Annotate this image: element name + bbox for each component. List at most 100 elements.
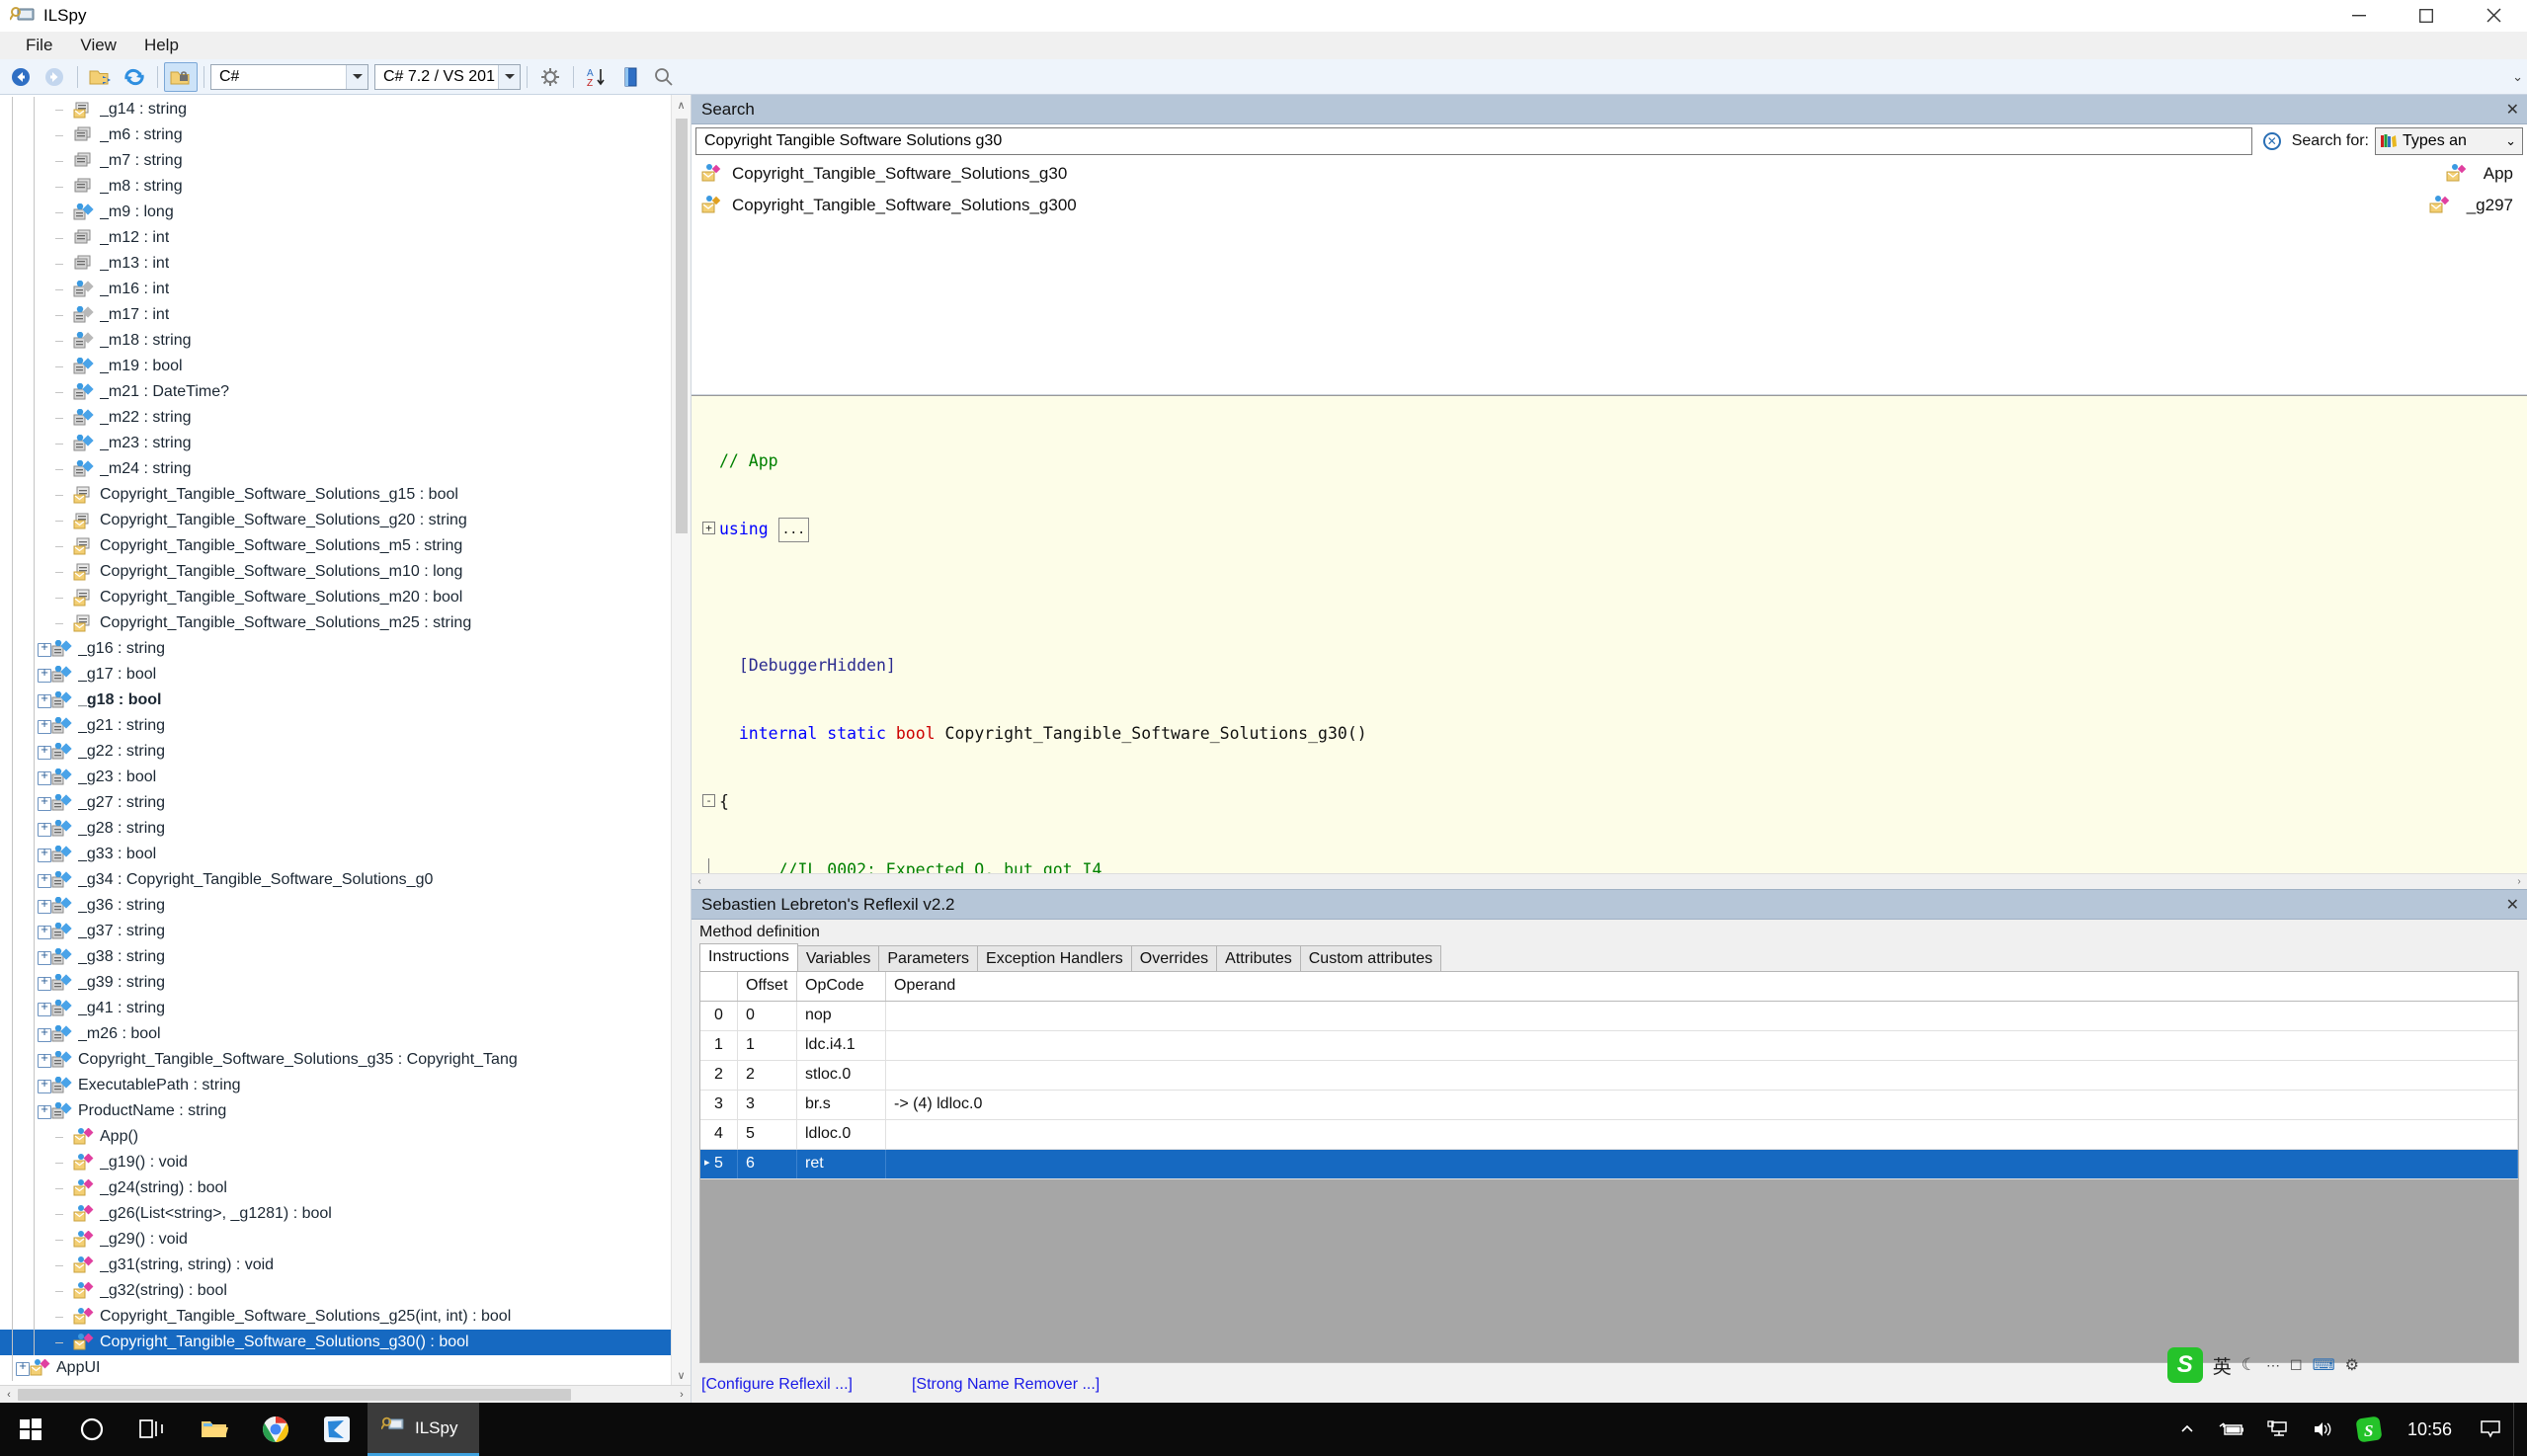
keyboard-icon[interactable]: ⌨ xyxy=(2313,1355,2335,1375)
tree-item[interactable]: _m19 : bool xyxy=(0,354,671,379)
tab-parameters[interactable]: Parameters xyxy=(878,945,979,971)
instruction-row[interactable]: 3 3 br.s -> (4) ldloc.0 xyxy=(700,1091,2518,1120)
tree-expander-icon[interactable] xyxy=(14,1357,30,1376)
tree-item[interactable]: Copyright_Tangible_Software_Solutions_g2… xyxy=(0,1304,671,1330)
tree-scroll-up-arrow[interactable]: ∧ xyxy=(677,95,685,115)
options-gear-icon[interactable] xyxy=(533,62,567,92)
tree-scroll-area[interactable]: _g14 : string _m6 : string _m7 : string _m8… xyxy=(0,95,671,1385)
tree-item[interactable]: Copyright_Tangible_Software_Solutions_m5… xyxy=(0,533,671,559)
search-result-row-1[interactable]: Copyright_Tangible_Software_Solutions_g3… xyxy=(692,158,2527,190)
tree-item[interactable]: Copyright_Tangible_Software_Solutions_m1… xyxy=(0,559,671,585)
search-icon[interactable] xyxy=(647,62,681,92)
tree-item[interactable]: _g32(string) : bool xyxy=(0,1278,671,1304)
menu-help[interactable]: Help xyxy=(130,33,193,58)
search-result-row-2[interactable]: Copyright_Tangible_Software_Solutions_g3… xyxy=(692,190,2527,221)
tree-expander-icon[interactable] xyxy=(36,921,51,939)
tree-expander-icon[interactable] xyxy=(36,972,51,991)
menu-file[interactable]: File xyxy=(12,33,66,58)
tree-expander-icon[interactable] xyxy=(36,818,51,837)
tree-item[interactable]: _g29() : void xyxy=(0,1227,671,1253)
tab-custom-attributes[interactable]: Custom attributes xyxy=(1299,945,1442,971)
tree-item[interactable]: _g36 : string xyxy=(0,893,671,919)
volume-icon[interactable] xyxy=(2301,1403,2346,1456)
decompile-toggle-button[interactable] xyxy=(164,61,198,92)
tree-item[interactable]: _g14 : string xyxy=(0,97,671,122)
tree-expander-icon[interactable] xyxy=(36,689,51,708)
taskbar-clock[interactable]: 10:56 xyxy=(2392,1419,2468,1440)
code-hscroll-left-arrow[interactable]: ‹ xyxy=(692,876,707,887)
tree-item[interactable]: _g21 : string xyxy=(0,713,671,739)
tree-item[interactable]: _m23 : string xyxy=(0,431,671,456)
tree-vertical-scrollbar[interactable]: ∧ ∨ xyxy=(671,95,691,1385)
search-results-list[interactable]: Copyright_Tangible_Software_Solutions_g3… xyxy=(692,158,2527,395)
tree-expander-icon[interactable] xyxy=(36,895,51,914)
tree-item[interactable]: _g16 : string xyxy=(0,636,671,662)
column-header-offset[interactable]: Offset xyxy=(738,972,797,1001)
tree-item[interactable]: _g19() : void xyxy=(0,1150,671,1175)
tree-item[interactable]: Copyright_Tangible_Software_Solutions_g1… xyxy=(0,482,671,508)
sogou-ime-tray-icon[interactable]: S xyxy=(2346,1403,2392,1456)
windows-start-icon[interactable] xyxy=(0,1403,61,1456)
back-button[interactable] xyxy=(4,62,38,92)
tree-item[interactable]: _m9 : long xyxy=(0,200,671,225)
tree-scroll-down-arrow[interactable]: ∨ xyxy=(677,1365,685,1385)
tree-expander-icon[interactable] xyxy=(36,664,51,683)
menu-view[interactable]: View xyxy=(66,33,130,58)
tree-expander-icon[interactable] xyxy=(36,869,51,888)
code-horizontal-scrollbar[interactable]: ‹ › xyxy=(692,873,2527,889)
instruction-row[interactable]: 0 0 nop xyxy=(700,1002,2518,1031)
blue-bird-icon[interactable] xyxy=(306,1403,367,1456)
chrome-icon[interactable] xyxy=(245,1403,306,1456)
tree-item[interactable]: _m26 : bool xyxy=(0,1021,671,1047)
chevron-down-icon-3[interactable]: ⌄ xyxy=(2505,133,2516,149)
tree-item[interactable]: _g24(string) : bool xyxy=(0,1175,671,1201)
tab-attributes[interactable]: Attributes xyxy=(1216,945,1301,971)
version-combo[interactable]: C# 7.2 / VS 201 xyxy=(374,63,521,90)
instruction-row[interactable]: 2 2 stloc.0 xyxy=(700,1061,2518,1091)
column-header-index[interactable] xyxy=(700,972,738,1001)
search-panel-close-icon[interactable]: ✕ xyxy=(2506,100,2519,120)
tree-item[interactable]: Copyright_Tangible_Software_Solutions_g3… xyxy=(0,1330,671,1355)
tree-item[interactable]: _m17 : int xyxy=(0,302,671,328)
tree-item[interactable]: _g28 : string xyxy=(0,816,671,842)
taskbar-item-ilspy[interactable]: ILSpy xyxy=(367,1403,480,1456)
tree-item[interactable]: ProductName : string xyxy=(0,1098,671,1124)
instructions-grid[interactable]: Offset OpCode Operand 0 0 nop 1 1 ldc.i4.1 2 2 s… xyxy=(700,972,2518,1362)
refresh-button[interactable] xyxy=(118,62,151,92)
book-icon[interactable] xyxy=(613,62,647,92)
tree-item[interactable]: _g22 : string xyxy=(0,739,671,765)
instruction-row[interactable]: 1 1 ldc.i4.1 xyxy=(700,1031,2518,1061)
tree-item[interactable]: Copyright_Tangible_Software_Solutions_m2… xyxy=(0,610,671,636)
battery-icon[interactable] xyxy=(2210,1403,2255,1456)
tree-hscroll-thumb[interactable] xyxy=(18,1388,571,1401)
strong-name-remover-link[interactable]: [Strong Name Remover ...] xyxy=(912,1376,1100,1394)
tree-item[interactable]: _m7 : string xyxy=(0,148,671,174)
tree-expander-icon[interactable] xyxy=(36,792,51,811)
tree-item[interactable]: _m6 : string xyxy=(0,122,671,148)
tree-item[interactable]: _g23 : bool xyxy=(0,765,671,790)
show-desktop-button[interactable] xyxy=(2513,1403,2523,1456)
instruction-row[interactable]: 4 5 ldloc.0 xyxy=(700,1120,2518,1150)
network-icon[interactable] xyxy=(2255,1403,2301,1456)
tree-item[interactable]: _m24 : string xyxy=(0,456,671,482)
search-for-combo[interactable]: Types an ⌄ xyxy=(2375,127,2523,155)
tree-expander-icon[interactable] xyxy=(36,741,51,760)
dots-icon[interactable]: ⋯ xyxy=(2266,1357,2280,1374)
tree-item[interactable]: _g27 : string xyxy=(0,790,671,816)
tree-item[interactable]: Copyright_Tangible_Software_Solutions_g3… xyxy=(0,1047,671,1073)
instruction-row[interactable]: ▸ 5 6 ret xyxy=(700,1150,2518,1179)
tree-item[interactable]: _g38 : string xyxy=(0,944,671,970)
minimize-button[interactable] xyxy=(2325,0,2393,32)
tree-expander-icon[interactable] xyxy=(36,767,51,785)
ime-mode-label[interactable]: 英 xyxy=(2213,1352,2232,1379)
tree-item[interactable]: _g26(List<string>, _g1281) : bool xyxy=(0,1201,671,1227)
arrow-up-icon[interactable] xyxy=(2164,1403,2210,1456)
clear-search-button[interactable]: ✕ xyxy=(2258,128,2286,154)
sort-az-icon[interactable]: A Z xyxy=(580,62,613,92)
tree-item[interactable]: _g37 : string xyxy=(0,919,671,944)
tab-variables[interactable]: Variables xyxy=(796,945,880,971)
decompiled-code-view[interactable]: // App + using ... [DebuggerHidden] inte… xyxy=(692,395,2527,889)
tab-exception-handlers[interactable]: Exception Handlers xyxy=(977,945,1132,971)
fold-expand-icon[interactable]: + xyxy=(702,522,715,534)
close-button[interactable] xyxy=(2460,0,2527,32)
